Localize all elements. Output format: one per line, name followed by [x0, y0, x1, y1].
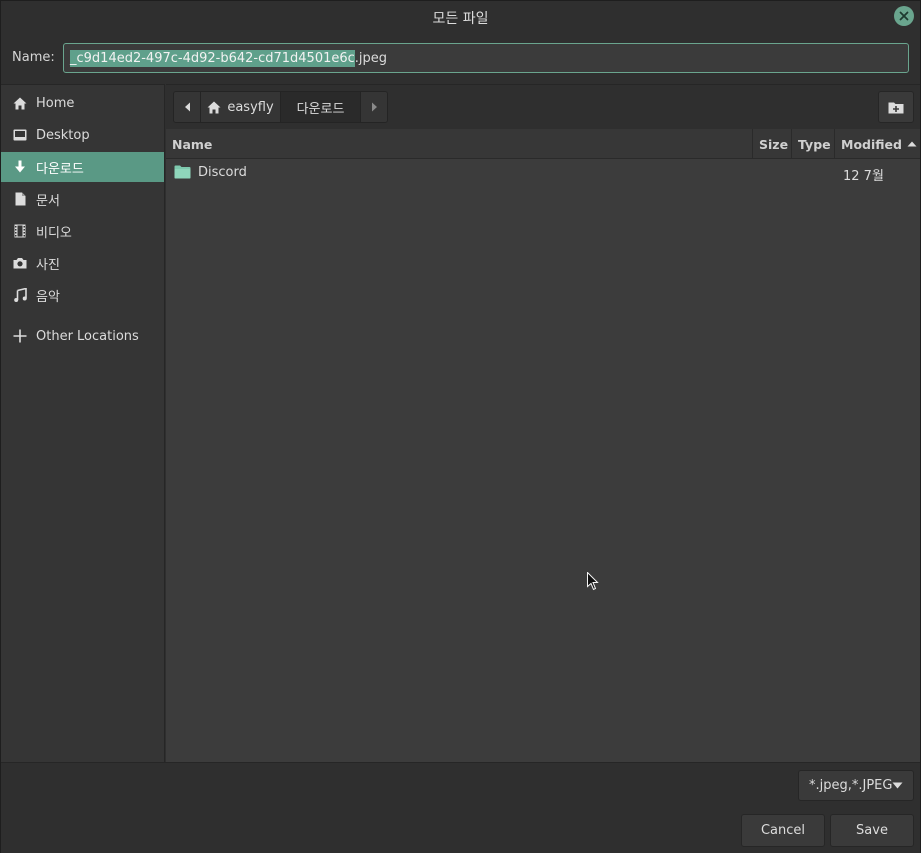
save-button[interactable]: Save — [830, 814, 914, 847]
path-forward-button[interactable] — [361, 92, 387, 122]
filter-selected-label: *.jpeg,*.JPEG — [809, 778, 893, 793]
home-icon — [207, 101, 221, 113]
sidebar-item-videos[interactable]: 비디오 — [1, 216, 164, 246]
close-icon — [899, 11, 909, 21]
path-back-button[interactable] — [174, 92, 201, 122]
name-bar: Name: _c9d14ed2-497c-4d92-b642-cd71d4501… — [1, 33, 920, 83]
file-name: Discord — [198, 165, 247, 180]
sidebar-item-music[interactable]: 음악 — [1, 280, 164, 310]
camera-icon — [12, 255, 28, 271]
file-list: Name Size Type Modified Discord 12 7월 — [166, 129, 920, 762]
chevron-down-icon — [892, 782, 903, 789]
sidebar-item-label: Home — [36, 95, 75, 111]
column-type-label: Type — [798, 136, 831, 152]
path-segment-label: easyfly — [227, 99, 274, 115]
new-folder-icon — [888, 102, 904, 113]
mouse-pointer-icon — [587, 571, 599, 595]
video-icon — [12, 223, 28, 239]
path-bar: easyfly 다운로드 — [166, 84, 920, 129]
name-label: Name: — [12, 50, 55, 65]
cancel-button[interactable]: Cancel — [741, 814, 825, 847]
column-modified[interactable]: Modified — [834, 129, 920, 159]
file-type-filter[interactable]: *.jpeg,*.JPEG — [798, 770, 914, 801]
column-size-label: Size — [759, 136, 789, 152]
column-name-label: Name — [172, 136, 213, 152]
sidebar-item-desktop[interactable]: Desktop — [1, 120, 164, 150]
cancel-button-label: Cancel — [760, 823, 806, 838]
column-name[interactable]: Name — [166, 129, 752, 159]
close-button[interactable] — [894, 6, 914, 26]
filename-selected-text: _c9d14ed2-497c-4d92-b642-cd71d4501e6c — [70, 49, 355, 67]
path-segment-downloads[interactable]: 다운로드 — [281, 92, 361, 122]
sidebar-item-label: 음악 — [36, 289, 60, 305]
title-bar: 모든 파일 — [1, 1, 920, 33]
sidebar-item-label: 비디오 — [36, 225, 72, 241]
sidebar-item-pictures[interactable]: 사진 — [1, 248, 164, 278]
sidebar-item-label: 다운로드 — [36, 161, 84, 177]
chevron-right-icon — [371, 102, 377, 112]
path-segment-label: 다운로드 — [296, 101, 345, 117]
column-size[interactable]: Size — [752, 129, 791, 159]
column-header: Name Size Type Modified — [166, 129, 920, 159]
sidebar-item-label: 사진 — [36, 257, 60, 273]
filename-extension: .jpeg — [354, 50, 388, 66]
places-sidebar: Home Desktop 다운로드 문서 비디오 사진 음악 Other Loc… — [1, 84, 165, 762]
column-modified-label: Modified — [841, 136, 902, 152]
document-icon — [12, 191, 28, 207]
file-row[interactable]: Discord 12 7월 — [166, 159, 920, 186]
music-icon — [12, 287, 28, 303]
desktop-icon — [12, 127, 28, 143]
dialog-footer: *.jpeg,*.JPEG Cancel Save — [1, 762, 920, 853]
file-modified: 12 7월 — [843, 169, 884, 184]
sidebar-item-other-locations[interactable]: Other Locations — [1, 321, 164, 351]
sidebar-item-downloads[interactable]: 다운로드 — [1, 152, 164, 182]
home-icon — [12, 95, 28, 111]
sidebar-item-documents[interactable]: 문서 — [1, 184, 164, 214]
plus-icon — [12, 328, 28, 344]
path-segment-home[interactable]: easyfly — [201, 92, 281, 122]
chevron-left-icon — [184, 102, 190, 112]
download-icon — [12, 159, 28, 175]
sort-ascending-icon — [907, 141, 917, 147]
sidebar-item-home[interactable]: Home — [1, 88, 164, 118]
sidebar-item-label: Other Locations — [36, 328, 139, 344]
sidebar-item-label: 문서 — [36, 193, 60, 209]
save-button-label: Save — [856, 823, 888, 838]
new-folder-button[interactable] — [878, 91, 914, 123]
window-title: 모든 파일 — [432, 11, 489, 27]
file-save-dialog: 모든 파일 Name: _c9d14ed2-497c-4d92-b642-cd7… — [0, 0, 921, 853]
sidebar-item-label: Desktop — [36, 127, 90, 143]
column-type[interactable]: Type — [791, 129, 834, 159]
filename-input[interactable]: _c9d14ed2-497c-4d92-b642-cd71d4501e6c .jp… — [63, 43, 909, 73]
folder-icon — [174, 165, 191, 183]
path-segments: easyfly 다운로드 — [173, 91, 388, 123]
